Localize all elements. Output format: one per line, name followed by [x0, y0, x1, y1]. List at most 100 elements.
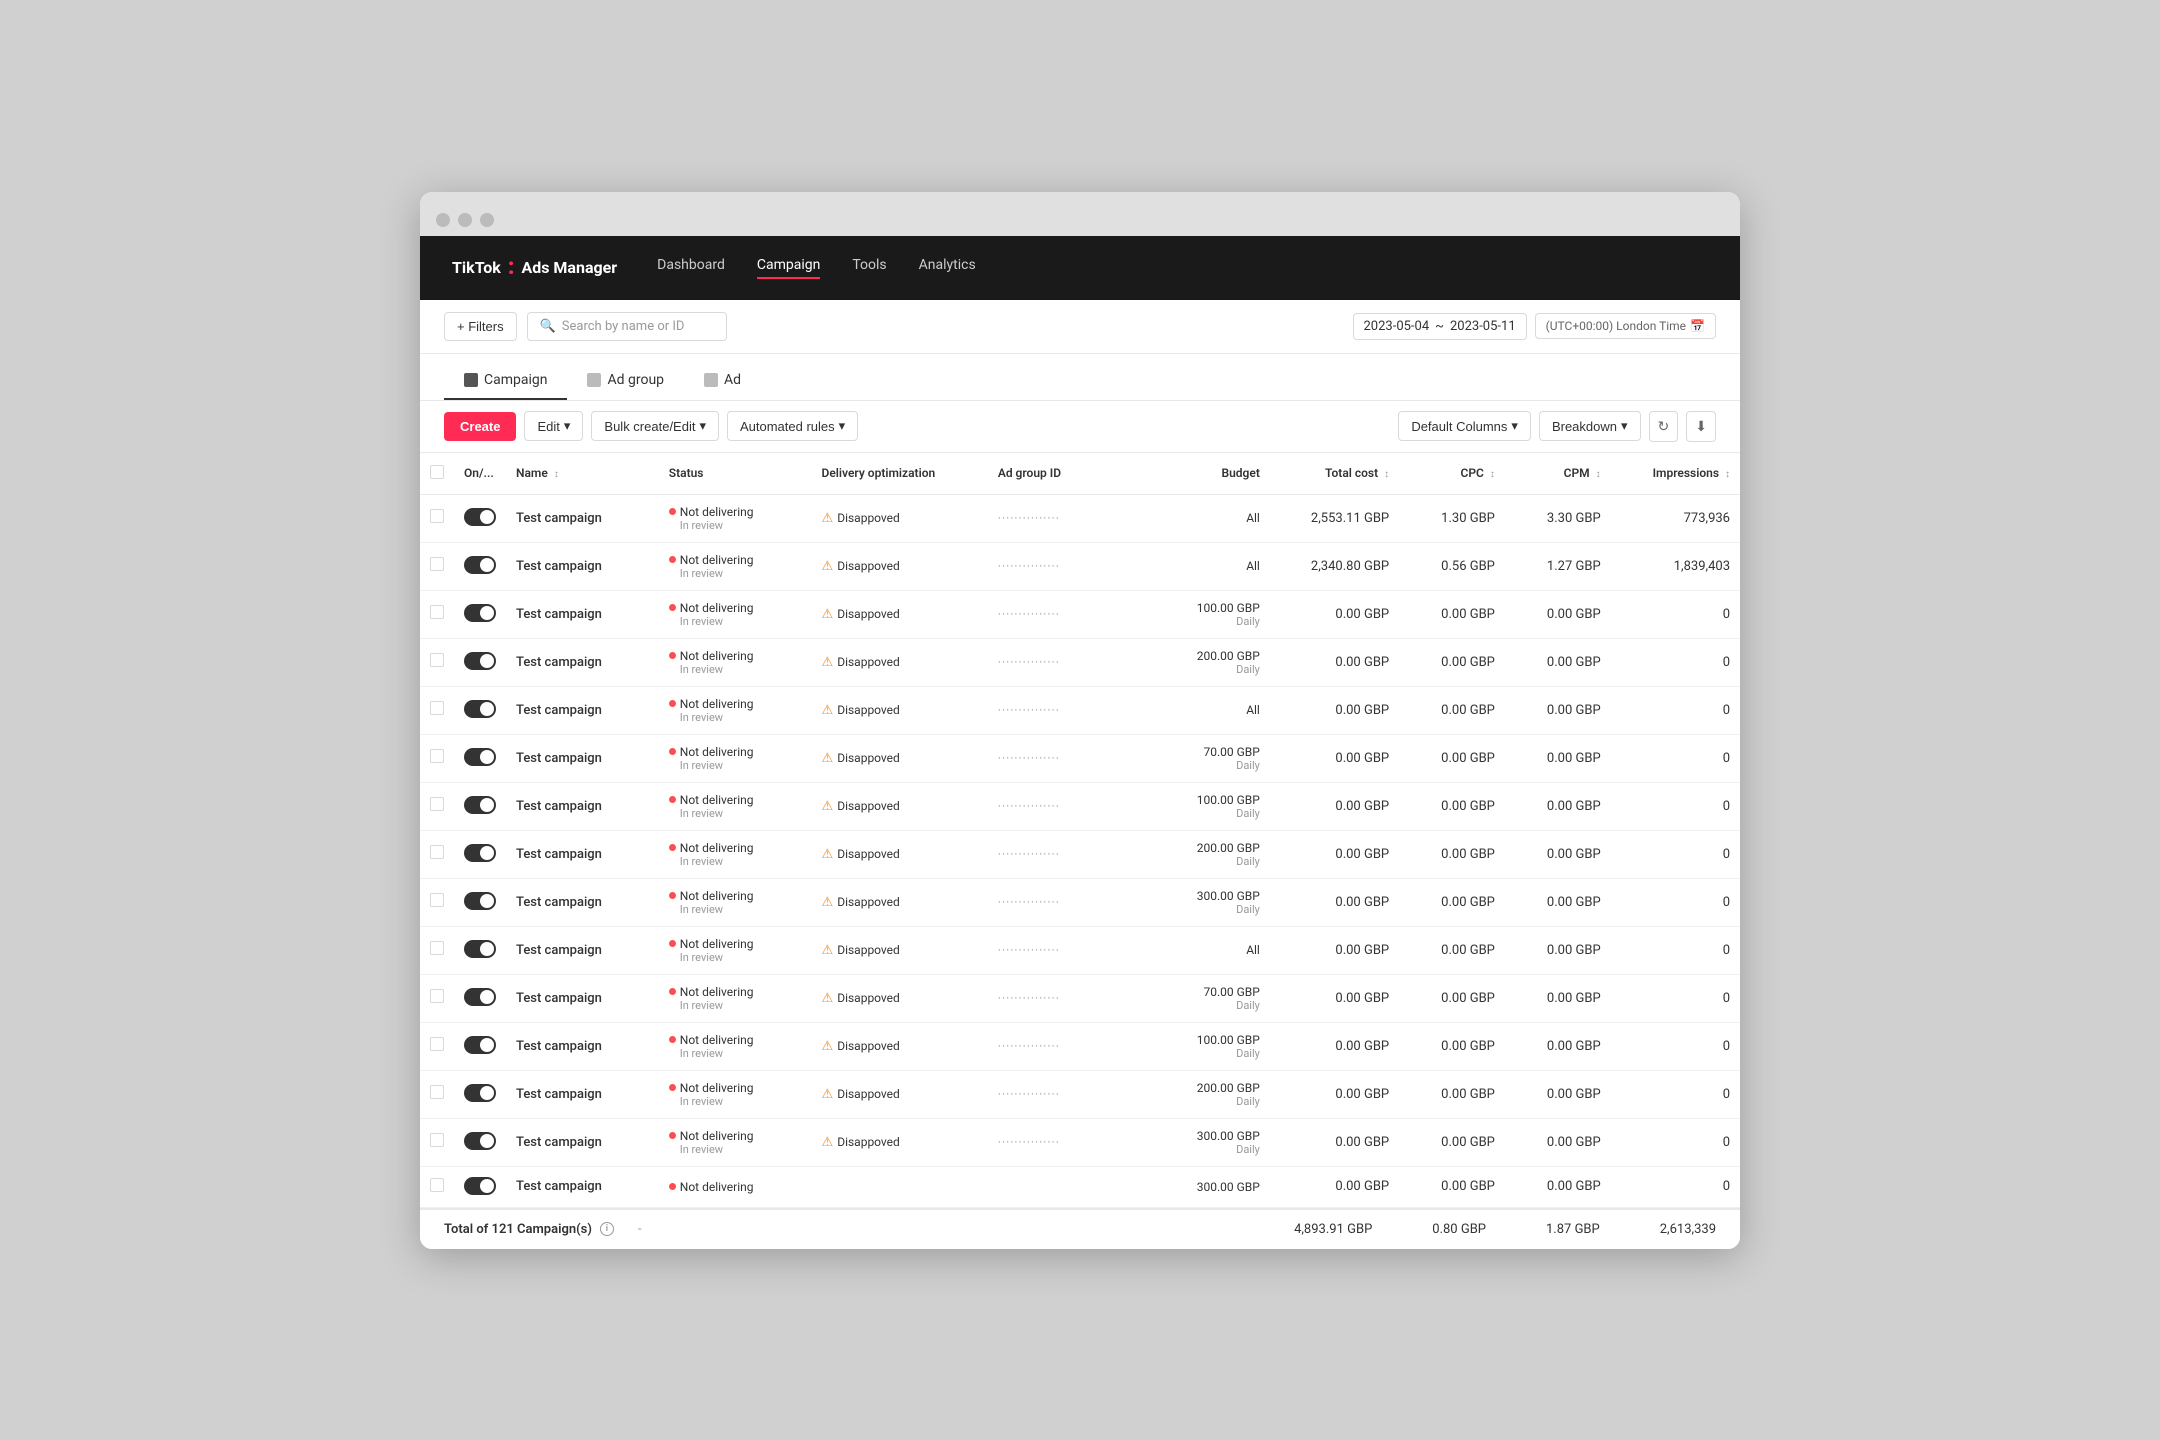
row-impressions: 0 — [1611, 734, 1740, 782]
bulk-create-button[interactable]: Bulk create/Edit ▾ — [591, 411, 719, 441]
row-ad-group-id: ··············· — [988, 1118, 1153, 1166]
th-cpm[interactable]: CPM ↕ — [1505, 453, 1611, 495]
row-toggle-5[interactable] — [464, 748, 496, 766]
row-campaign-name[interactable]: Test campaign — [506, 1022, 659, 1070]
row-toggle-10[interactable] — [464, 988, 496, 1006]
row-campaign-name[interactable]: Test campaign — [506, 782, 659, 830]
warning-icon: ⚠ — [822, 895, 834, 910]
row-total-cost: 0.00 GBP — [1270, 590, 1399, 638]
row-status: Not deliveringIn review — [659, 782, 812, 830]
row-toggle-1[interactable] — [464, 556, 496, 574]
row-toggle-9[interactable] — [464, 940, 496, 958]
row-checkbox-3[interactable] — [430, 653, 444, 667]
row-budget: 200.00 GBPDaily — [1152, 830, 1270, 878]
row-cpc: 0.00 GBP — [1399, 782, 1505, 830]
row-toggle-4[interactable] — [464, 700, 496, 718]
row-campaign-name[interactable]: Test campaign — [506, 878, 659, 926]
edit-button[interactable]: Edit ▾ — [524, 411, 583, 441]
row-status: Not deliveringIn review — [659, 638, 812, 686]
row-status: Not deliveringIn review — [659, 1070, 812, 1118]
row-checkbox-4[interactable] — [430, 701, 444, 715]
row-toggle-8[interactable] — [464, 892, 496, 910]
row-campaign-name[interactable]: Test campaign — [506, 974, 659, 1022]
row-toggle-12[interactable] — [464, 1084, 496, 1102]
row-checkbox-13[interactable] — [430, 1133, 444, 1147]
row-checkbox-5[interactable] — [430, 749, 444, 763]
th-name[interactable]: Name ↕ — [506, 453, 659, 495]
th-impressions[interactable]: Impressions ↕ — [1611, 453, 1740, 495]
row-campaign-name[interactable]: Test campaign — [506, 638, 659, 686]
row-toggle-6[interactable] — [464, 796, 496, 814]
search-box[interactable]: 🔍 Search by name or ID — [527, 312, 727, 341]
breakdown-button[interactable]: Breakdown ▾ — [1539, 411, 1641, 441]
row-toggle-7[interactable] — [464, 844, 496, 862]
row-checkbox-14[interactable] — [430, 1178, 444, 1192]
row-toggle-0[interactable] — [464, 508, 496, 526]
row-campaign-name[interactable]: Test campaign — [506, 1118, 659, 1166]
tab-adgroup[interactable]: Ad group — [567, 364, 684, 400]
row-campaign-name[interactable]: Test campaign — [506, 1166, 659, 1207]
nav-link-campaign[interactable]: Campaign — [757, 257, 820, 279]
table-row: Test campaignNot delivering300.00 GBP0.0… — [420, 1166, 1740, 1207]
row-toggle-14[interactable] — [464, 1177, 496, 1195]
nav-link-tools[interactable]: Tools — [852, 257, 886, 279]
row-delivery: ⚠Disappoved — [812, 686, 988, 734]
warning-icon: ⚠ — [822, 607, 834, 622]
tab-campaign[interactable]: Campaign — [444, 364, 567, 400]
row-campaign-name[interactable]: Test campaign — [506, 542, 659, 590]
footer-cpm: 1.87 GBP — [1546, 1222, 1600, 1237]
row-toggle-13[interactable] — [464, 1132, 496, 1150]
refresh-button[interactable]: ↻ — [1649, 411, 1679, 442]
row-campaign-name[interactable]: Test campaign — [506, 686, 659, 734]
row-campaign-name[interactable]: Test campaign — [506, 1070, 659, 1118]
row-checkbox-1[interactable] — [430, 557, 444, 571]
row-toggle-3[interactable] — [464, 652, 496, 670]
row-campaign-name[interactable]: Test campaign — [506, 494, 659, 542]
row-cpm: 0.00 GBP — [1505, 878, 1611, 926]
create-button[interactable]: Create — [444, 412, 516, 441]
nav-link-analytics[interactable]: Analytics — [919, 257, 976, 279]
refresh-icon: ↻ — [1658, 418, 1670, 435]
default-columns-button[interactable]: Default Columns ▾ — [1398, 411, 1531, 441]
row-checkbox-11[interactable] — [430, 1037, 444, 1051]
row-checkbox-0[interactable] — [430, 509, 444, 523]
automated-rules-button[interactable]: Automated rules ▾ — [727, 411, 858, 441]
th-cpc[interactable]: CPC ↕ — [1399, 453, 1505, 495]
row-status: Not deliveringIn review — [659, 830, 812, 878]
row-budget: 100.00 GBPDaily — [1152, 590, 1270, 638]
filter-button[interactable]: + Filters — [444, 312, 517, 341]
row-cpm: 0.00 GBP — [1505, 1118, 1611, 1166]
th-total-cost[interactable]: Total cost ↕ — [1270, 453, 1399, 495]
row-cpc: 0.00 GBP — [1399, 590, 1505, 638]
row-cpm: 1.27 GBP — [1505, 542, 1611, 590]
footer-info-icon[interactable]: i — [600, 1222, 614, 1236]
select-all-checkbox[interactable] — [430, 465, 444, 479]
nav-link-dashboard[interactable]: Dashboard — [657, 257, 725, 279]
row-campaign-name[interactable]: Test campaign — [506, 590, 659, 638]
automated-rules-chevron-icon: ▾ — [839, 418, 846, 434]
row-campaign-name[interactable]: Test campaign — [506, 926, 659, 974]
browser-dot-yellow — [458, 213, 472, 227]
adgroup-tab-icon — [587, 373, 601, 387]
row-toggle-2[interactable] — [464, 604, 496, 622]
table-footer: Total of 121 Campaign(s) i - 4,893.91 GB… — [420, 1208, 1740, 1249]
table-row: Test campaignNot deliveringIn review⚠Dis… — [420, 782, 1740, 830]
download-button[interactable]: ⬇ — [1686, 411, 1716, 442]
row-checkbox-7[interactable] — [430, 845, 444, 859]
row-campaign-name[interactable]: Test campaign — [506, 734, 659, 782]
row-checkbox-6[interactable] — [430, 797, 444, 811]
row-delivery — [812, 1166, 988, 1207]
row-toggle-11[interactable] — [464, 1036, 496, 1054]
row-checkbox-8[interactable] — [430, 893, 444, 907]
row-checkbox-2[interactable] — [430, 605, 444, 619]
row-cpc: 0.00 GBP — [1399, 1070, 1505, 1118]
warning-icon: ⚠ — [822, 991, 834, 1006]
date-range[interactable]: 2023-05-04 ~ 2023-05-11 — [1353, 313, 1527, 340]
row-checkbox-12[interactable] — [430, 1085, 444, 1099]
row-status: Not deliveringIn review — [659, 734, 812, 782]
timezone-info[interactable]: (UTC+00:00) London Time 📅 — [1535, 313, 1716, 339]
row-checkbox-10[interactable] — [430, 989, 444, 1003]
row-checkbox-9[interactable] — [430, 941, 444, 955]
tab-ad[interactable]: Ad — [684, 364, 761, 400]
row-campaign-name[interactable]: Test campaign — [506, 830, 659, 878]
